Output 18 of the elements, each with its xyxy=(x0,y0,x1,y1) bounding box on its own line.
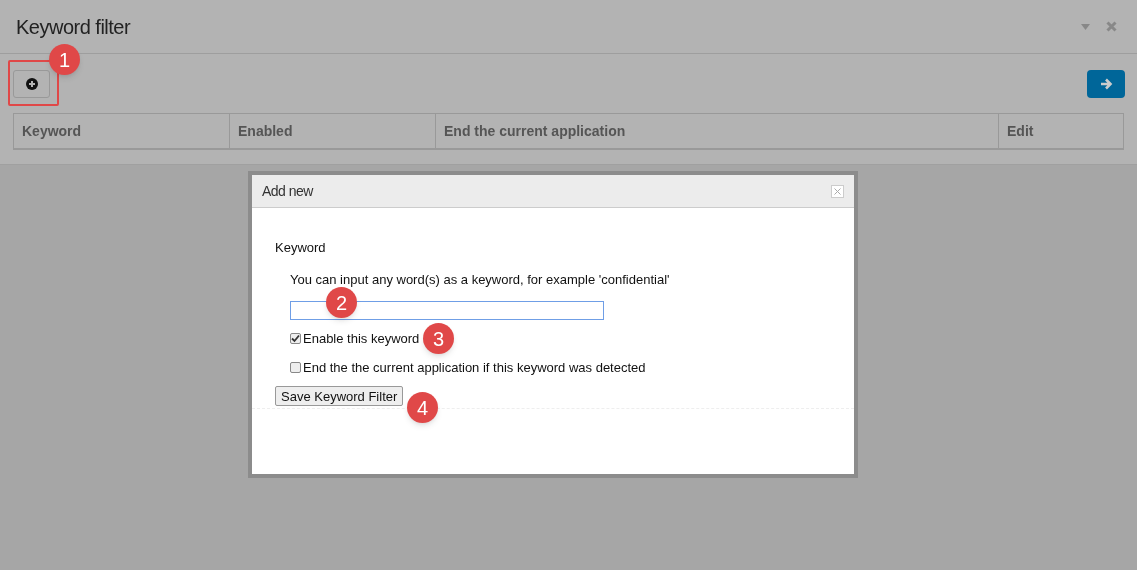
checkbox[interactable] xyxy=(290,361,301,373)
plus-circle-icon xyxy=(25,77,38,90)
column-header: Enabled xyxy=(229,114,435,148)
hint-text: You can input any word(s) as a keyword, for example 'confidential' xyxy=(290,270,671,289)
add-button[interactable] xyxy=(13,69,50,98)
page-title: Keyword filter xyxy=(16,14,131,40)
close-icon[interactable] xyxy=(831,184,844,198)
column-header: End the current application xyxy=(435,114,998,148)
next-button[interactable] xyxy=(1087,69,1125,98)
dialog-title: Add new xyxy=(262,181,313,201)
section-label: Keyword xyxy=(275,239,327,257)
checkbox-label: End the the current application if this keyword was detected xyxy=(303,358,646,377)
save-button[interactable]: Save Keyword Filter xyxy=(275,386,404,406)
arrow-right-icon xyxy=(1099,77,1113,90)
checkbox[interactable] xyxy=(290,333,301,345)
checkbox-label: Enable this keyword xyxy=(303,330,420,348)
column-header: Edit xyxy=(998,114,1123,148)
column-header: Keyword xyxy=(21,121,83,141)
